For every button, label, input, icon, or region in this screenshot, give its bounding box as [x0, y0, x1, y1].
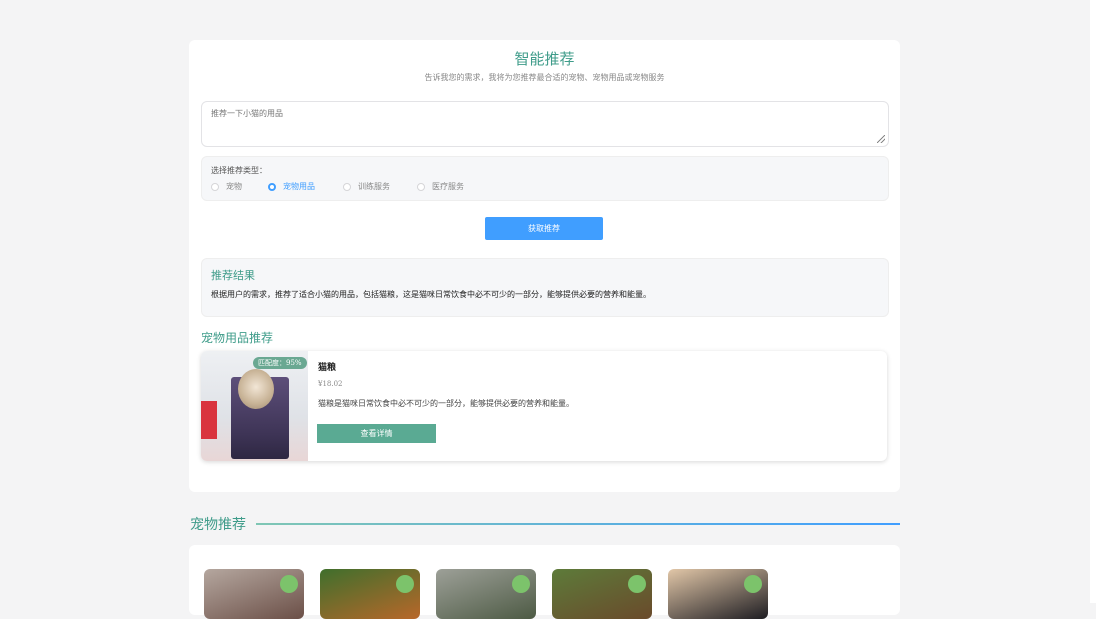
cat-graphic [238, 369, 274, 409]
radio-training-label: 训练服务 [358, 182, 390, 191]
product-description: 猫粮是猫咪日常饮食中必不可少的一部分，能够提供必要的营养和能量。 [318, 399, 574, 408]
radio-circle-icon [343, 182, 351, 191]
radio-medical[interactable]: 医疗服务 [417, 181, 464, 192]
favorite-icon[interactable] [396, 575, 414, 593]
request-input[interactable]: 推荐一下小猫的用品 [201, 101, 889, 147]
product-name: 猫粮 [318, 363, 337, 373]
package-tag-graphic [201, 401, 217, 439]
request-input-value: 推荐一下小猫的用品 [211, 109, 283, 118]
pet-card[interactable] [436, 569, 536, 619]
favorite-icon[interactable] [280, 575, 298, 593]
type-selector-label: 选择推荐类型： [211, 166, 267, 175]
pets-panel [189, 545, 900, 619]
resize-handle-icon[interactable] [877, 135, 885, 143]
pet-card[interactable] [552, 569, 652, 619]
get-recommendation-button[interactable]: 获取推荐 [485, 217, 603, 240]
result-box: 推荐结果 根据用户的需求，推荐了适合小猫的用品，包括猫粮，这是猫咪日常饮食中必不… [201, 258, 889, 317]
radio-pet-supplies-label: 宠物用品 [283, 182, 315, 191]
view-details-button[interactable]: 查看详情 [317, 424, 436, 443]
products-section-title: 宠物用品推荐 [201, 331, 274, 345]
product-image: 匹配度：95% [201, 351, 308, 461]
pet-card[interactable] [668, 569, 768, 619]
radio-medical-label: 医疗服务 [432, 182, 464, 191]
radio-training[interactable]: 训练服务 [343, 181, 390, 192]
recommend-panel: 智能推荐 告诉我您的需求，我将为您推荐最合适的宠物、宠物用品或宠物服务 推荐一下… [189, 40, 900, 492]
match-badge: 匹配度：95% [253, 357, 307, 369]
product-price: ¥18.02 [318, 380, 343, 388]
radio-circle-icon [417, 182, 425, 191]
favorite-icon[interactable] [744, 575, 762, 593]
radio-pet-label: 宠物 [226, 182, 242, 191]
pets-section-title: 宠物推荐 [190, 517, 246, 533]
product-card: 匹配度：95% 猫粮 ¥18.02 猫粮是猫咪日常饮食中必不可少的一部分，能够提… [201, 351, 887, 461]
favorite-icon[interactable] [512, 575, 530, 593]
pet-card[interactable] [204, 569, 304, 619]
section-divider [256, 523, 900, 525]
type-selector: 选择推荐类型： 宠物 宠物用品 训练服务 医疗服务 [201, 156, 889, 201]
result-text: 根据用户的需求，推荐了适合小猫的用品，包括猫粮，这是猫咪日常饮食中必不可少的一部… [211, 290, 651, 299]
radio-pet-supplies[interactable]: 宠物用品 [268, 181, 315, 192]
page-subtitle: 告诉我您的需求，我将为您推荐最合适的宠物、宠物用品或宠物服务 [424, 73, 665, 82]
pet-card[interactable] [320, 569, 420, 619]
favorite-icon[interactable] [628, 575, 646, 593]
result-heading: 推荐结果 [211, 269, 255, 282]
page-title: 智能推荐 [514, 50, 575, 68]
radio-pet[interactable]: 宠物 [211, 181, 242, 192]
page-scrollbar[interactable] [1090, 0, 1096, 603]
radio-circle-icon [211, 182, 219, 191]
radio-checked-icon [268, 182, 276, 191]
